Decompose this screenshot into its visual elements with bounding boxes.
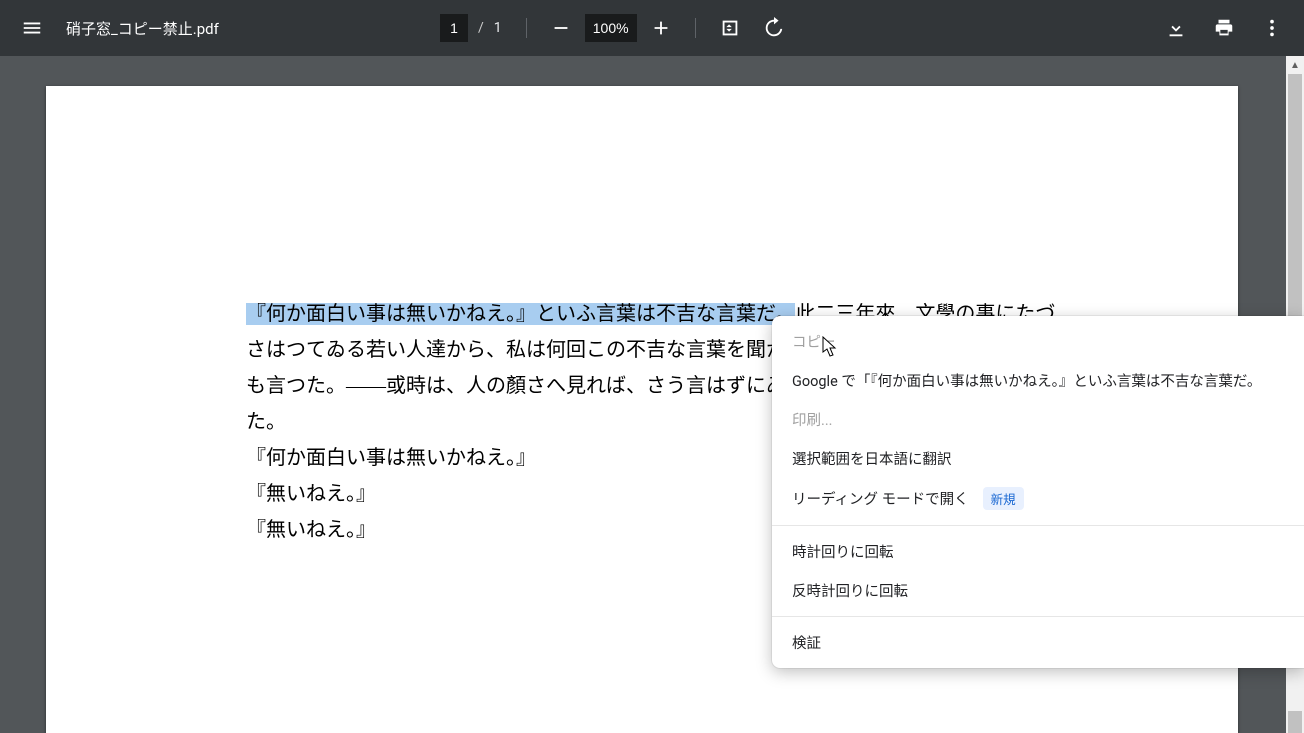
pdf-toolbar: 硝子窓_コピー禁止.pdf / 1: [0, 0, 1304, 56]
zoom-in-button[interactable]: [641, 8, 681, 48]
menu-button[interactable]: [12, 8, 52, 48]
ctx-reading-label: リーディング モードで開く: [792, 488, 969, 509]
download-button[interactable]: [1156, 8, 1196, 48]
context-menu: コピー Google で「『何か面白い事は無いかねえ。』といふ言葉は不吉な言葉だ…: [772, 316, 1304, 668]
page-separator: /: [478, 20, 484, 36]
divider: [695, 18, 696, 38]
hamburger-icon: [21, 17, 43, 39]
print-icon: [1213, 17, 1235, 39]
ctx-print-label: 印刷...: [792, 409, 832, 430]
selected-text[interactable]: 『何か面白い事は無いかねえ。』といふ言葉は不吉な言葉だ。: [246, 303, 795, 325]
zoom-out-button[interactable]: [541, 8, 581, 48]
menu-separator: [772, 525, 1304, 526]
new-badge: 新規: [983, 487, 1024, 510]
zoom-input[interactable]: [585, 14, 637, 42]
document-title: 硝子窓_コピー禁止.pdf: [66, 18, 219, 39]
fit-page-icon: [719, 17, 741, 39]
ctx-copy[interactable]: コピー: [772, 322, 1304, 361]
ctx-print[interactable]: 印刷...: [772, 400, 1304, 439]
fit-page-button[interactable]: [710, 8, 750, 48]
ctx-reading-mode[interactable]: リーディング モードで開く 新規: [772, 478, 1304, 519]
menu-separator: [772, 616, 1304, 617]
rotate-icon: [763, 17, 785, 39]
ctx-rotate-cw-label: 時計回りに回転: [792, 541, 894, 562]
toolbar-right: [1156, 8, 1292, 48]
plus-icon: [650, 17, 672, 39]
download-icon: [1165, 17, 1187, 39]
ctx-copy-label: コピー: [792, 331, 836, 352]
rotate-button[interactable]: [754, 8, 794, 48]
print-button[interactable]: [1204, 8, 1244, 48]
more-button[interactable]: [1252, 8, 1292, 48]
ctx-translate[interactable]: 選択範囲を日本語に翻訳: [772, 439, 1304, 478]
ctx-search-google[interactable]: Google で「『何か面白い事は無いかねえ。』といふ言葉は不吉な言葉だ。: [772, 361, 1304, 400]
ctx-rotate-cw[interactable]: 時計回りに回転: [772, 532, 1304, 571]
page-total: 1: [494, 20, 502, 36]
ctx-search-label: Google で「『何か面白い事は無いかねえ。』といふ言葉は不吉な言葉だ。: [792, 370, 1261, 391]
toolbar-center: / 1: [440, 0, 794, 56]
ctx-rotate-ccw[interactable]: 反時計回りに回転: [772, 571, 1304, 610]
scroll-up-button[interactable]: ▲: [1286, 56, 1304, 74]
ctx-rotate-ccw-label: 反時計回りに回転: [792, 580, 908, 601]
ctx-inspect-label: 検証: [792, 632, 821, 653]
minus-icon: [550, 17, 572, 39]
more-vert-icon: [1261, 17, 1283, 39]
page-number-input[interactable]: [440, 14, 468, 42]
divider: [526, 18, 527, 38]
scroll-thumb-bottom[interactable]: [1288, 711, 1302, 733]
ctx-inspect[interactable]: 検証: [772, 623, 1304, 662]
ctx-translate-label: 選択範囲を日本語に翻訳: [792, 448, 952, 469]
